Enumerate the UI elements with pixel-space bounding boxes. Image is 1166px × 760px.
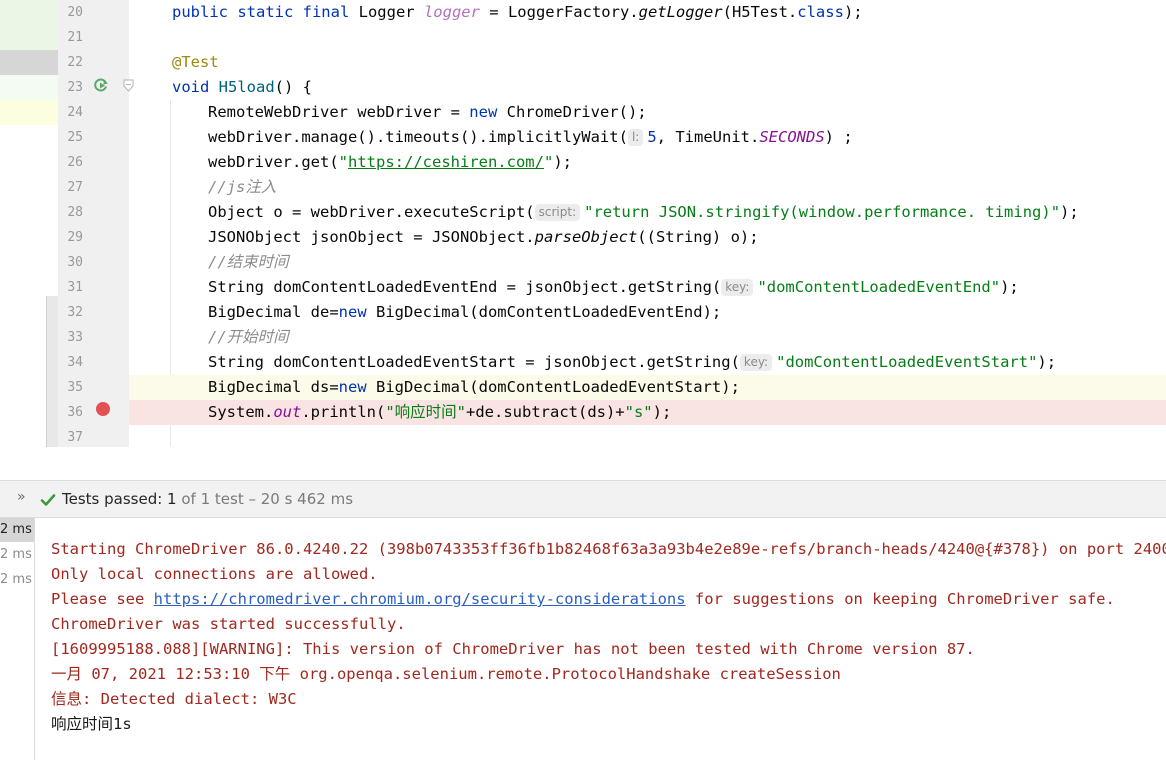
console-line: Starting ChromeDriver 86.0.4240.22 (398b… bbox=[51, 540, 1166, 558]
code-text[interactable]: System.out.println("响应时间"+de.subtract(ds… bbox=[208, 400, 671, 425]
line-number: 22 bbox=[67, 55, 83, 70]
code-text[interactable]: Object o = webDriver.executeScript(scrip… bbox=[208, 200, 1079, 225]
parameter-hint: key: bbox=[739, 354, 773, 371]
test-duration[interactable]: 2 ms bbox=[0, 518, 34, 542]
console-line: 信息: Detected dialect: W3C bbox=[51, 690, 297, 708]
line-number: 28 bbox=[67, 205, 83, 220]
console-line: ChromeDriver was started successfully. bbox=[51, 615, 406, 633]
code-line-20[interactable]: 20 public static final Logger logger = L… bbox=[0, 0, 1166, 25]
test-tree-panel: 2 ms 2 ms 2 ms bbox=[0, 518, 35, 760]
url-link[interactable]: https://ceshiren.com/ bbox=[348, 153, 544, 171]
code-editor[interactable]: 20 public static final Logger logger = L… bbox=[0, 0, 1166, 447]
code-text[interactable]: void H5load() { bbox=[172, 75, 312, 100]
line-number: 36 bbox=[67, 405, 83, 420]
parameter-hint: l: bbox=[627, 129, 644, 146]
line-number: 34 bbox=[67, 355, 83, 370]
line-number: 33 bbox=[67, 330, 83, 345]
code-line-28[interactable]: 28 Object o = webDriver.executeScript(sc… bbox=[0, 200, 1166, 225]
code-text[interactable]: webDriver.manage().timeouts().implicitly… bbox=[208, 125, 853, 150]
code-line-30[interactable]: 30 //结束时间 bbox=[0, 250, 1166, 275]
line-number: 21 bbox=[67, 30, 83, 45]
console-line: 一月 07, 2021 12:53:10 下午 org.openqa.selen… bbox=[51, 665, 841, 683]
line-number: 26 bbox=[67, 155, 83, 170]
annotation-text[interactable]: @Test bbox=[172, 50, 219, 75]
code-line-24[interactable]: 24 RemoteWebDriver webDriver = new Chrom… bbox=[0, 100, 1166, 125]
line-number: 27 bbox=[67, 180, 83, 195]
code-text[interactable]: public static final Logger logger = Logg… bbox=[172, 0, 863, 25]
breakpoint-icon[interactable] bbox=[96, 402, 110, 416]
code-line-22[interactable]: 22 @Test bbox=[0, 50, 1166, 75]
code-line-36[interactable]: 36 System.out.println("响应时间"+de.subtract… bbox=[0, 400, 1166, 425]
code-text[interactable]: String domContentLoadedEventEnd = jsonOb… bbox=[208, 275, 1019, 300]
code-line-31[interactable]: 31 String domContentLoadedEventEnd = jso… bbox=[0, 275, 1166, 300]
code-text[interactable]: JSONObject jsonObject = JSONObject.parse… bbox=[208, 225, 759, 250]
console-line: Please see https://chromedriver.chromium… bbox=[51, 590, 1115, 608]
code-text[interactable]: BigDecimal de=new BigDecimal(domContentL… bbox=[208, 300, 721, 325]
fold-icon[interactable] bbox=[123, 79, 134, 92]
console-line: [1609995188.088][WARNING]: This version … bbox=[51, 640, 975, 658]
run-test-icon[interactable] bbox=[93, 77, 109, 93]
comment-text[interactable]: //js注入 bbox=[208, 175, 276, 200]
code-line-29[interactable]: 29 JSONObject jsonObject = JSONObject.pa… bbox=[0, 225, 1166, 250]
line-number: 29 bbox=[67, 230, 83, 245]
parameter-hint: script: bbox=[534, 204, 581, 221]
line-number: 25 bbox=[67, 130, 83, 145]
console-output[interactable]: Starting ChromeDriver 86.0.4240.22 (398b… bbox=[51, 537, 1166, 737]
code-text[interactable]: String domContentLoadedEventStart = json… bbox=[208, 350, 1056, 375]
line-number: 23 bbox=[67, 80, 83, 95]
code-line-33[interactable]: 33 //开始时间 bbox=[0, 325, 1166, 350]
chevron-double-right-icon[interactable]: » bbox=[17, 489, 26, 505]
code-text[interactable]: BigDecimal ds=new BigDecimal(domContentL… bbox=[208, 375, 740, 400]
console-output-line: 响应时间1s bbox=[51, 715, 132, 733]
code-line-34[interactable]: 34 String domContentLoadedEventStart = j… bbox=[0, 350, 1166, 375]
code-line-21[interactable]: 21 bbox=[0, 25, 1166, 50]
console-link[interactable]: https://chromedriver.chromium.org/securi… bbox=[154, 590, 686, 608]
line-number: 20 bbox=[67, 5, 83, 20]
test-duration[interactable]: 2 ms bbox=[0, 568, 34, 592]
line-number: 37 bbox=[67, 430, 83, 445]
comment-text[interactable]: //结束时间 bbox=[208, 250, 289, 275]
parameter-hint: key: bbox=[721, 279, 754, 296]
line-number: 32 bbox=[67, 305, 83, 320]
code-text[interactable]: RemoteWebDriver webDriver = new ChromeDr… bbox=[208, 100, 647, 125]
line-number: 35 bbox=[67, 380, 83, 395]
test-duration[interactable]: 2 ms bbox=[0, 543, 34, 567]
test-status-text: Tests passed: 1 of 1 test – 20 s 462 ms bbox=[62, 490, 354, 508]
check-icon bbox=[40, 494, 56, 506]
code-line-23[interactable]: 23 void H5load() { bbox=[0, 75, 1166, 100]
code-line-27[interactable]: 27 //js注入 bbox=[0, 175, 1166, 200]
code-line-37[interactable]: 37 bbox=[0, 425, 1166, 447]
code-text[interactable]: webDriver.get("https://ceshiren.com/"); bbox=[208, 150, 572, 175]
code-line-35[interactable]: 35 BigDecimal ds=new BigDecimal(domConte… bbox=[0, 375, 1166, 400]
code-line-25[interactable]: 25 webDriver.manage().timeouts().implici… bbox=[0, 125, 1166, 150]
comment-text[interactable]: //开始时间 bbox=[208, 325, 289, 350]
code-line-32[interactable]: 32 BigDecimal de=new BigDecimal(domConte… bbox=[0, 300, 1166, 325]
test-status-bar: » Tests passed: 1 of 1 test – 20 s 462 m… bbox=[0, 480, 1166, 518]
line-number: 24 bbox=[67, 105, 83, 120]
console-line: Only local connections are allowed. bbox=[51, 565, 378, 583]
line-number: 31 bbox=[67, 280, 83, 295]
line-number: 30 bbox=[67, 255, 83, 270]
code-line-26[interactable]: 26 webDriver.get("https://ceshiren.com/"… bbox=[0, 150, 1166, 175]
